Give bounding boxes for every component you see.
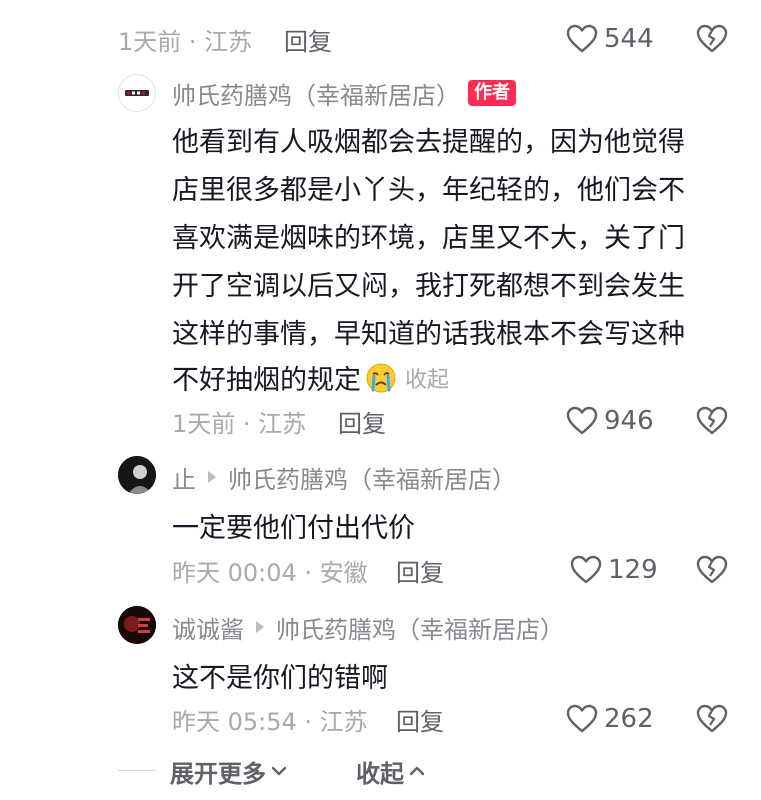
expand-more-label: 展开更多 xyxy=(170,759,266,788)
collapse-text-button[interactable]: 收起 xyxy=(405,362,449,394)
reply-1-avatar[interactable] xyxy=(118,456,156,494)
chevron-up-icon xyxy=(409,766,425,776)
author-reply-reply-button[interactable]: 回复 xyxy=(338,404,386,438)
heart-icon xyxy=(566,704,598,733)
expand-more-button[interactable]: 展开更多 xyxy=(170,754,288,788)
comment-text-line: 不好抽烟的规定 xyxy=(172,365,361,396)
broken-heart-icon xyxy=(696,555,728,584)
reply-1-header: 止 帅氏药膳鸡（幸福新居店） xyxy=(172,460,516,494)
comment-time-location: 昨天 05:54 · 江苏 xyxy=(172,707,368,736)
author-badge: 作者 xyxy=(468,80,516,106)
reply-to-arrow-icon xyxy=(256,621,264,633)
comment-text-line: 这样的事情，早知道的话我根本不会写这种 xyxy=(172,319,685,350)
red-dark-portrait-avatar-icon xyxy=(118,606,156,644)
top-comment-reply-button[interactable]: 回复 xyxy=(284,22,332,56)
comment-text-line: 喜欢满是烟味的环境，店里又不大，关了门 xyxy=(172,223,685,254)
author-reply-dislike-button[interactable] xyxy=(696,402,728,440)
reply-2-meta: 昨天 05:54 · 江苏 xyxy=(172,702,368,736)
reply-2-avatar[interactable] xyxy=(118,606,156,644)
reply-2-reply-to[interactable]: 帅氏药膳鸡（幸福新居店） xyxy=(276,610,564,645)
heart-icon xyxy=(570,555,602,584)
reply-to-arrow-icon xyxy=(208,471,216,483)
broken-heart-icon xyxy=(696,704,728,733)
author-username[interactable]: 帅氏药膳鸡（幸福新居店） xyxy=(172,76,460,111)
like-count: 129 xyxy=(608,555,658,585)
reply-1-meta: 昨天 00:04 · 安徽 xyxy=(172,553,368,587)
top-comment-like-button[interactable]: 544 xyxy=(566,20,654,58)
reply-button-label: 回复 xyxy=(396,558,444,587)
restaurant-logo-avatar-icon xyxy=(120,76,154,110)
like-count: 544 xyxy=(604,24,654,54)
author-reply-header: 帅氏药膳鸡（幸福新居店） 作者 xyxy=(172,76,516,110)
reply-2-header: 诚诚酱 帅氏药膳鸡（幸福新居店） xyxy=(172,610,564,644)
broken-heart-icon xyxy=(696,24,728,53)
top-comment-meta: 1天前 · 江苏 xyxy=(118,22,252,56)
reply-1-dislike-button[interactable] xyxy=(696,551,728,589)
comment-time-location: 1天前 · 江苏 xyxy=(118,27,253,56)
like-count: 946 xyxy=(604,406,654,436)
reply-button-label: 回复 xyxy=(338,409,386,438)
reply-2-username[interactable]: 诚诚酱 xyxy=(172,610,244,645)
chevron-down-icon xyxy=(271,766,287,776)
reply-1-like-button[interactable]: 129 xyxy=(570,551,658,589)
reply-2-reply-button[interactable]: 回复 xyxy=(396,702,444,736)
author-reply-meta: 1天前 · 江苏 xyxy=(172,404,306,438)
crying-face-icon xyxy=(366,363,396,392)
collapse-replies-button[interactable]: 收起 xyxy=(356,754,426,788)
comment-time-location: 昨天 00:04 · 安徽 xyxy=(172,558,368,587)
reply-1-username[interactable]: 止 xyxy=(172,460,196,495)
reply-1-reply-to[interactable]: 帅氏药膳鸡（幸福新居店） xyxy=(228,460,516,495)
collapse-replies-label: 收起 xyxy=(356,759,404,788)
heart-icon xyxy=(566,24,598,53)
expand-divider xyxy=(118,770,156,771)
author-reply-like-button[interactable]: 946 xyxy=(566,402,654,440)
comment-text-last-line: 不好抽烟的规定 收起 xyxy=(172,358,449,397)
like-count: 262 xyxy=(604,704,654,734)
reply-button-label: 回复 xyxy=(284,27,332,56)
comment-text-line: 开了空调以后又闷，我打死都想不到会发生 xyxy=(172,271,685,302)
reply-2-dislike-button[interactable] xyxy=(696,700,728,738)
heart-icon xyxy=(566,406,598,435)
comment-text-line: 店里很多都是小丫头，年纪轻的，他们会不 xyxy=(172,175,685,206)
dark-portrait-avatar-icon xyxy=(118,456,156,494)
broken-heart-icon xyxy=(696,406,728,435)
top-comment-dislike-button[interactable] xyxy=(696,20,728,58)
reply-1-reply-button[interactable]: 回复 xyxy=(396,553,444,587)
comment-text-line: 他看到有人吸烟都会去提醒的，因为他觉得 xyxy=(172,127,685,158)
reply-1-text: 一定要他们付出代价 xyxy=(172,513,415,544)
author-avatar[interactable] xyxy=(118,74,156,112)
comment-time-location: 1天前 · 江苏 xyxy=(172,409,307,438)
reply-button-label: 回复 xyxy=(396,707,444,736)
reply-2-like-button[interactable]: 262 xyxy=(566,700,654,738)
reply-2-text: 这不是你们的错啊 xyxy=(172,663,388,694)
